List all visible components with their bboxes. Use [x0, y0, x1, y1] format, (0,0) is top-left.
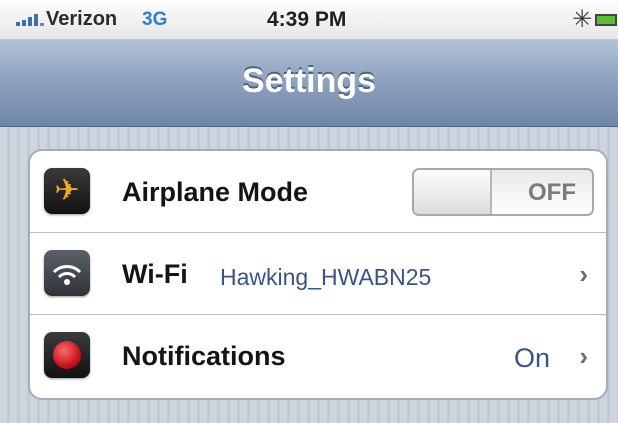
battery-icon — [595, 14, 617, 26]
airplane-mode-toggle[interactable]: OFF — [412, 168, 594, 216]
wifi-icon — [44, 250, 90, 296]
wifi-label: Wi-Fi — [122, 259, 188, 289]
chevron-right-icon: › — [579, 259, 588, 289]
bluetooth-icon: ✳ — [572, 6, 593, 33]
navigation-bar: Settings — [0, 40, 618, 127]
notifications-label: Notifications — [122, 341, 286, 371]
chevron-right-icon: › — [579, 341, 588, 371]
carrier-label: Verizon — [46, 8, 118, 30]
settings-group: ✈ Airplane Mode OFF Wi-Fi Hawking_HWABN2… — [28, 149, 608, 400]
settings-row-airplane-mode[interactable]: ✈ Airplane Mode OFF — [30, 151, 606, 233]
toggle-knob[interactable] — [414, 170, 492, 214]
toggle-state-label: OFF — [528, 179, 576, 206]
signal-strength-icon — [16, 14, 44, 26]
wifi-network-name: Hawking_HWABN25 — [220, 264, 432, 290]
page-title: Settings — [241, 62, 377, 100]
notifications-status: On — [513, 343, 550, 373]
clock: 4:39 PM — [267, 8, 347, 31]
notifications-icon — [44, 332, 90, 378]
settings-row-wifi[interactable]: Wi-Fi Hawking_HWABN25 › — [30, 233, 606, 315]
airplane-mode-label: Airplane Mode — [122, 177, 309, 207]
status-bar: Verizon 3G 4:39 PM ✳ — [0, 0, 618, 40]
network-type-label: 3G — [142, 9, 168, 30]
airplane-icon: ✈ — [44, 168, 90, 214]
settings-row-notifications[interactable]: Notifications On › — [30, 315, 606, 397]
